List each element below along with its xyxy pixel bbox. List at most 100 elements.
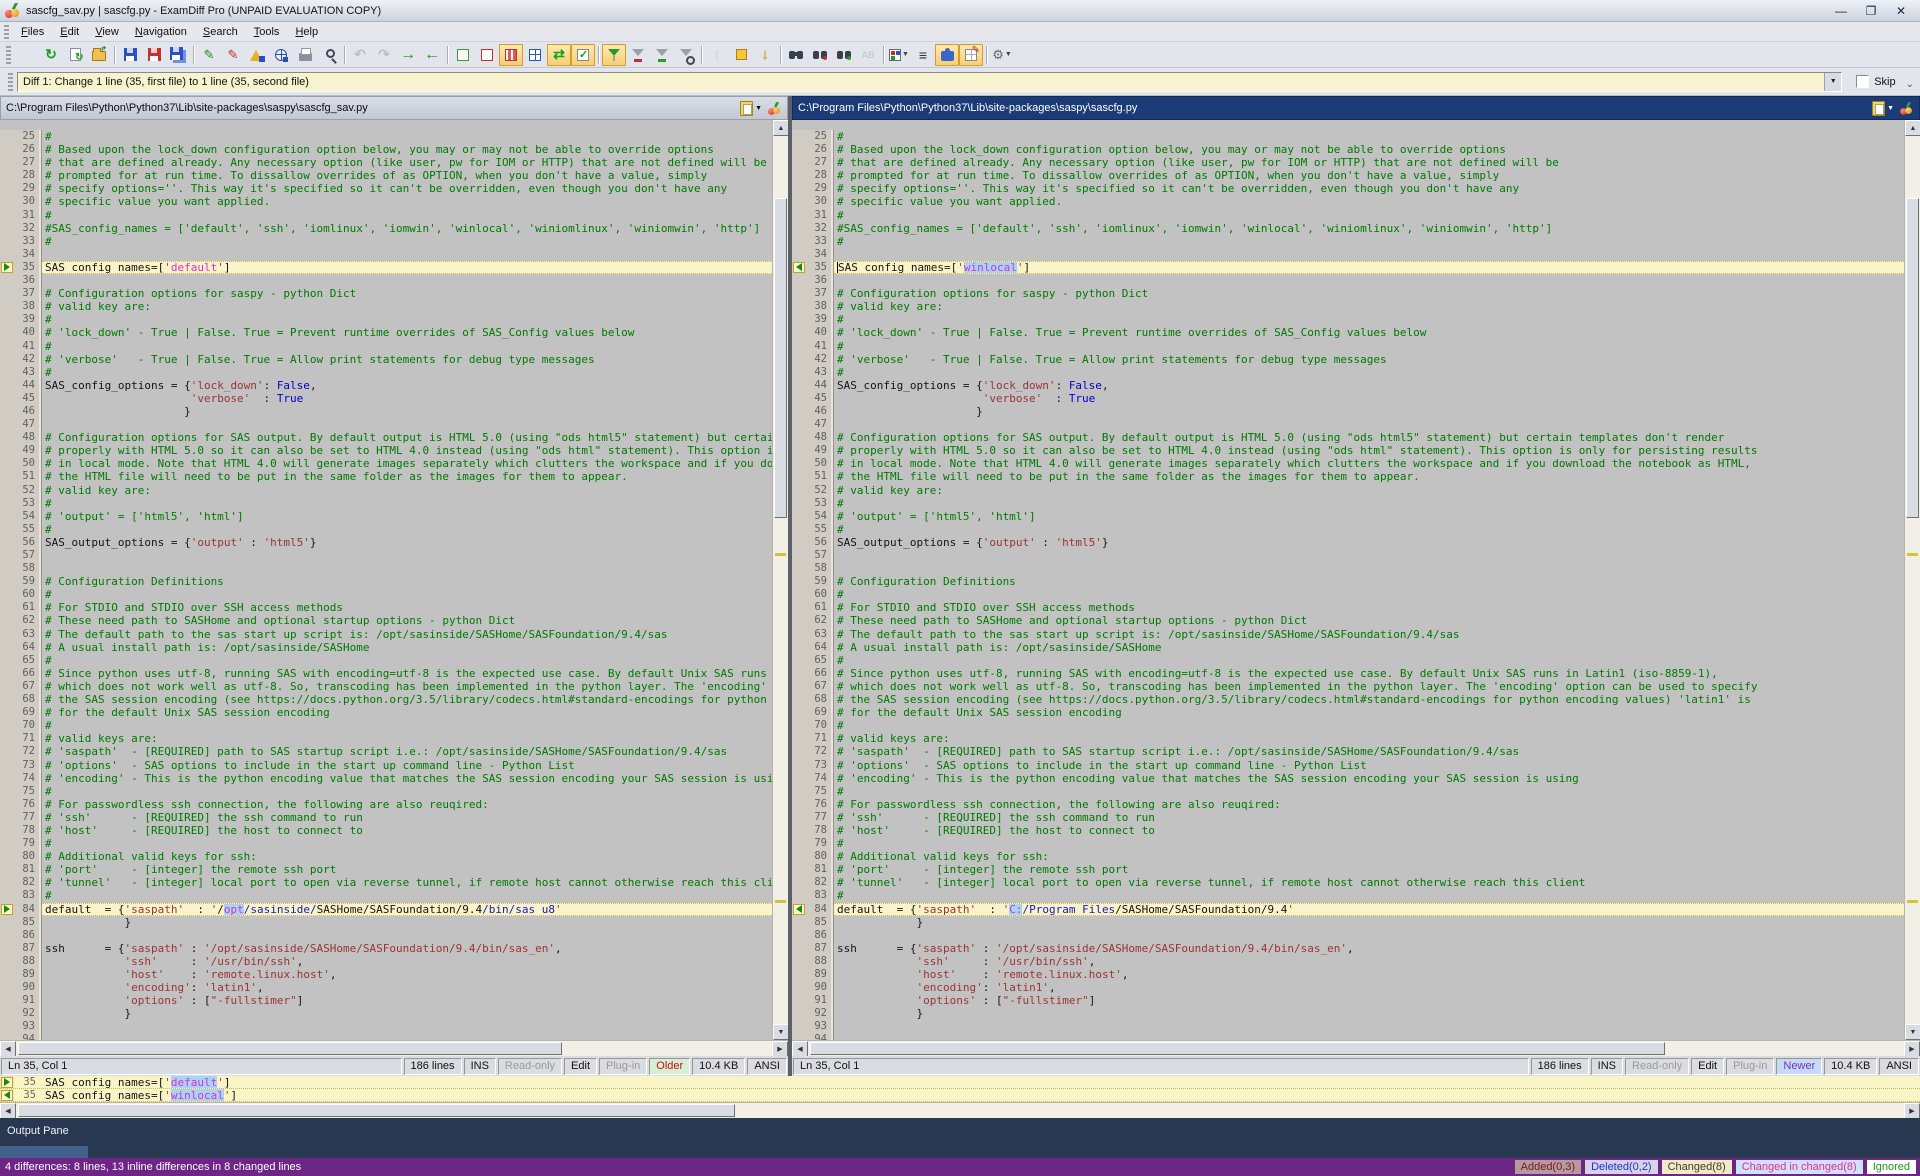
scroll-track[interactable]	[16, 1041, 772, 1056]
copy-block-right-button[interactable]: →	[396, 44, 420, 66]
first-file-editor[interactable]: 25#26# Based upon the lock_down configur…	[0, 120, 772, 1040]
code-line[interactable]: 53#	[0, 497, 772, 510]
scroll-up-arrow[interactable]: ▲	[1905, 120, 1920, 136]
scroll-thumb[interactable]	[18, 1042, 562, 1055]
code-line[interactable]: 35SAS_config_names=['winlocal']	[792, 261, 1904, 274]
code-line[interactable]: 57	[792, 549, 1904, 562]
code-line[interactable]: 55#	[792, 523, 1904, 536]
code-line[interactable]: 72# 'saspath' - [REQUIRED] path to SAS s…	[0, 745, 772, 758]
header-dropdown-icon[interactable]: ▼	[1887, 105, 1894, 112]
code-line[interactable]: 60#	[0, 588, 772, 601]
code-line[interactable]: 63# The default path to the sas start up…	[792, 628, 1904, 641]
code-line[interactable]: 78# 'host' - [REQUIRED] the host to conn…	[0, 824, 772, 837]
output-pane-tab[interactable]	[0, 1146, 88, 1158]
first-file-vertical-scrollbar[interactable]: ▲▼	[772, 120, 788, 1040]
code-line[interactable]: 56SAS_output_options = {'output' : 'html…	[792, 536, 1904, 549]
code-line[interactable]: 87ssh = {'saspath' : '/opt/sasinside/SAS…	[792, 942, 1904, 955]
code-line[interactable]: 54# 'output' = ['html5', 'html']	[792, 510, 1904, 523]
code-line[interactable]: 81# 'port' - [integer] the remote ssh po…	[0, 863, 772, 876]
current-diff-selector[interactable]: Diff 1: Change 1 line (35, first file) t…	[17, 72, 1842, 92]
code-line[interactable]: 41#	[0, 340, 772, 353]
diffbar-grip[interactable]	[8, 73, 13, 91]
code-line[interactable]: 26# Based upon the lock_down configurati…	[0, 143, 772, 156]
toolbar-grip[interactable]	[6, 46, 11, 64]
code-line[interactable]: 54# 'output' = ['html5', 'html']	[0, 510, 772, 523]
code-line[interactable]: 49# properly with HTML 5.0 so it can als…	[792, 444, 1904, 457]
code-line[interactable]: 44SAS_config_options = {'lock_down': Fal…	[0, 379, 772, 392]
code-line[interactable]: 29# specify options=''. This way it's sp…	[0, 182, 772, 195]
filter-search-button[interactable]	[674, 44, 698, 66]
code-line[interactable]: 51# the HTML file will need to be put in…	[0, 470, 772, 483]
scroll-thumb[interactable]	[1906, 198, 1919, 518]
maximize-button[interactable]: ❐	[1856, 2, 1886, 20]
code-line[interactable]: 93	[0, 1020, 772, 1033]
code-line[interactable]: 82# 'tunnel' - [integer] local port to o…	[0, 876, 772, 889]
code-line[interactable]: 94	[0, 1033, 772, 1040]
second-file-vertical-scrollbar[interactable]: ▲▼	[1904, 120, 1920, 1040]
code-line[interactable]: 45 'verbose' : True	[0, 392, 772, 405]
code-line[interactable]: 41#	[792, 340, 1904, 353]
scroll-down-arrow[interactable]: ▼	[1905, 1024, 1920, 1040]
find-previous-button[interactable]	[808, 44, 832, 66]
code-line[interactable]: 64# A usual install path is: /opt/sasins…	[792, 641, 1904, 654]
code-line[interactable]: 59# Configuration Definitions	[792, 575, 1904, 588]
code-line[interactable]: 38# valid key are:	[0, 300, 772, 313]
code-line[interactable]: 48# Configuration options for SAS output…	[792, 431, 1904, 444]
code-line[interactable]: 68# the SAS session encoding (see https:…	[792, 693, 1904, 706]
code-line[interactable]: 52# valid key are:	[0, 484, 772, 497]
code-line[interactable]: 62# These need path to SASHome and optio…	[792, 614, 1904, 627]
find-next-button[interactable]	[832, 44, 856, 66]
code-line[interactable]: 69# for the default Unix SAS session enc…	[792, 706, 1904, 719]
scroll-right-arrow[interactable]: ▶	[772, 1041, 788, 1057]
code-line[interactable]: 56SAS_output_options = {'output' : 'html…	[0, 536, 772, 549]
code-line[interactable]: 39#	[0, 313, 772, 326]
edit-second-file-button[interactable]: ✎	[221, 44, 245, 66]
code-line[interactable]: 67# which does not work well as utf-8. S…	[0, 680, 772, 693]
save-differences-button[interactable]	[245, 44, 269, 66]
code-line[interactable]: 32#SAS_config_names = ['default', 'ssh',…	[792, 222, 1904, 235]
toolbar-overflow-icon[interactable]: ⌄	[1906, 79, 1914, 90]
print-button[interactable]	[293, 44, 317, 66]
code-line[interactable]: 83#	[792, 889, 1904, 902]
code-line[interactable]: 81# 'port' - [integer] the remote ssh po…	[792, 863, 1904, 876]
code-line[interactable]: 40# 'lock_down' - True | False. True = P…	[0, 326, 772, 339]
code-line[interactable]: 42# 'verbose' - True | False. True = All…	[0, 353, 772, 366]
minimize-button[interactable]: —	[1826, 2, 1856, 20]
diff-detail-pane[interactable]: 35SAS_config_names=['default']35SAS_conf…	[0, 1076, 1920, 1102]
filter-deleted-button[interactable]	[626, 44, 650, 66]
code-line[interactable]: 88 'ssh' : '/usr/bin/ssh',	[792, 955, 1904, 968]
code-line[interactable]: 68# the SAS session encoding (see https:…	[0, 693, 772, 706]
copy-path-icon[interactable]	[1872, 101, 1885, 116]
code-line[interactable]: 39#	[792, 313, 1904, 326]
code-line[interactable]: 82# 'tunnel' - [integer] local port to o…	[792, 876, 1904, 889]
code-line[interactable]: 36	[0, 274, 772, 287]
code-line[interactable]: 92 }	[0, 1007, 772, 1020]
code-line[interactable]: 47	[792, 418, 1904, 431]
code-line[interactable]: 46 }	[0, 405, 772, 418]
code-line[interactable]: 31#	[0, 209, 772, 222]
menu-view[interactable]: View	[87, 24, 127, 40]
code-line[interactable]: 34	[792, 248, 1904, 261]
open-files-button[interactable]	[87, 44, 111, 66]
code-line[interactable]: 43#	[0, 366, 772, 379]
scroll-left-arrow[interactable]: ◀	[0, 1103, 16, 1119]
filter-all-button[interactable]	[602, 44, 626, 66]
code-line[interactable]: 83#	[0, 889, 772, 902]
code-line[interactable]: 27# that are defined already. Any necess…	[0, 156, 772, 169]
code-line[interactable]: 72# 'saspath' - [REQUIRED] path to SAS s…	[792, 745, 1904, 758]
find-button[interactable]	[784, 44, 808, 66]
plugins-button[interactable]	[935, 44, 959, 66]
scroll-right-arrow[interactable]: ▶	[1904, 1041, 1920, 1057]
code-line[interactable]: 58	[792, 562, 1904, 575]
code-line[interactable]: 28# prompted for at run time. To dissall…	[792, 169, 1904, 182]
code-line[interactable]: 88 'ssh' : '/usr/bin/ssh',	[0, 955, 772, 968]
second-file-editor[interactable]: 25#26# Based upon the lock_down configur…	[792, 120, 1904, 1040]
redo-button[interactable]: ↷	[372, 44, 396, 66]
split-view-button[interactable]	[523, 44, 547, 66]
code-line[interactable]: 84default = {'saspath' : '/opt/sasinside…	[0, 903, 772, 916]
skip-checkbox[interactable]	[1856, 75, 1869, 88]
code-line[interactable]: 60#	[792, 588, 1904, 601]
code-line[interactable]: 38# valid key are:	[792, 300, 1904, 313]
code-line[interactable]: 52# valid key are:	[792, 484, 1904, 497]
code-line[interactable]: 89 'host' : 'remote.linux.host',	[792, 968, 1904, 981]
